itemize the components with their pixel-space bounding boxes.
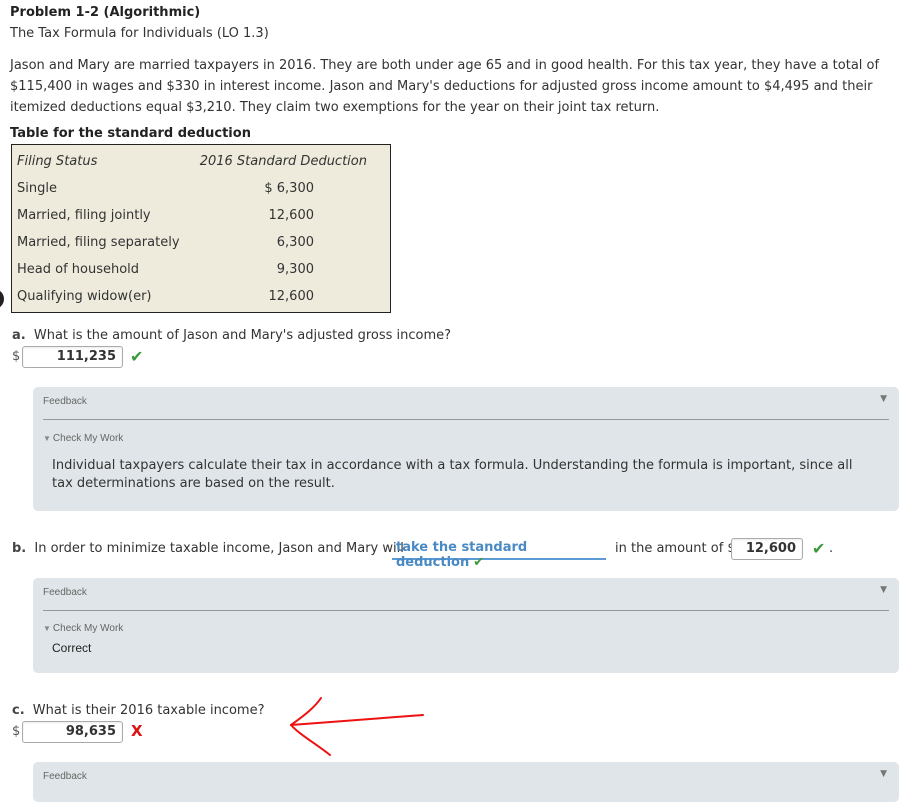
amount-prompt: in the amount of $: [615, 541, 736, 556]
question-a-label: a.: [12, 328, 26, 343]
expand-triangle-icon: ▼: [43, 624, 51, 633]
correct-check-icon: ✔: [130, 347, 144, 366]
feedback-label: Feedback: [43, 587, 87, 598]
answer-c-input[interactable]: 98,635: [22, 721, 123, 743]
check-my-work-toggle[interactable]: ▼ Check My Work: [43, 433, 123, 444]
question-b: b. In order to minimize taxable income, …: [12, 541, 404, 556]
filing-status: Married, filing jointly: [17, 208, 151, 223]
deduction-amount: 6,300: [276, 235, 314, 250]
check-my-work-toggle[interactable]: ▼ Check My Work: [43, 623, 123, 634]
red-arrow-annotation-icon: [290, 697, 424, 756]
expand-triangle-icon: ▼: [43, 434, 51, 443]
correct-check-icon: ✔: [812, 539, 826, 558]
correct-check-icon: ✔: [473, 555, 485, 570]
answer-b-input[interactable]: 12,600: [731, 538, 803, 560]
filing-status: Married, filing separately: [17, 235, 180, 250]
standard-deduction-table: Filing Status 2016 Standard Deduction Si…: [11, 144, 391, 313]
filing-status: Single: [17, 181, 57, 196]
dropdown-selected-value: take the standard deduction: [396, 540, 528, 570]
left-edge-marker: [0, 289, 4, 309]
check-my-work-label: Check My Work: [52, 433, 124, 444]
deduction-amount: 12,600: [268, 289, 315, 304]
question-b-label: b.: [12, 541, 27, 556]
deduction-choice-dropdown[interactable]: take the standard deduction ✔: [392, 540, 606, 570]
feedback-toggle-icon[interactable]: ▼: [880, 394, 887, 404]
problem-intro: Jason and Mary are married taxpayers in …: [10, 58, 880, 115]
filing-status: Qualifying widow(er): [17, 289, 152, 304]
feedback-divider: [43, 610, 889, 611]
answer-a-input[interactable]: 111,235: [22, 346, 123, 368]
feedback-toggle-icon[interactable]: ▼: [880, 585, 887, 595]
filing-status: Head of household: [17, 262, 140, 277]
feedback-panel-c: Feedback ▼: [33, 762, 899, 802]
deduction-amount: 9,300: [276, 262, 314, 277]
table-row: Qualifying widow(er) 12,600: [17, 289, 385, 309]
question-a: a. What is the amount of Jason and Mary'…: [12, 328, 451, 343]
feedback-panel-b: Feedback ▼ ▼ Check My Work Correct: [33, 578, 899, 673]
check-my-work-label: Check My Work: [52, 623, 124, 634]
feedback-panel-a: Feedback ▼ ▼ Check My Work Individual tax…: [33, 387, 899, 511]
problem-subtitle: The Tax Formula for Individuals (LO 1.3): [10, 26, 269, 41]
sentence-period: .: [829, 541, 834, 556]
table-row: Married, filing jointly 12,600: [17, 208, 385, 228]
incorrect-x-icon: X: [131, 722, 143, 740]
feedback-divider: [43, 419, 889, 420]
header-standard-deduction: 2016 Standard Deduction: [199, 154, 367, 169]
question-c: c. What is their 2016 taxable income?: [12, 703, 264, 718]
currency-symbol: $: [12, 724, 21, 739]
deduction-amount: 12,600: [268, 208, 315, 223]
question-a-text: What is the amount of Jason and Mary's a…: [33, 328, 452, 343]
table-caption: Table for the standard deduction: [10, 126, 251, 141]
problem-title: Problem 1-2 (Algorithmic): [10, 5, 201, 20]
feedback-label: Feedback: [43, 396, 87, 407]
feedback-text: Correct: [52, 641, 92, 655]
deduction-amount: $ 6,300: [264, 181, 314, 196]
table-header-row: Filing Status 2016 Standard Deduction: [17, 154, 385, 174]
feedback-text: Individual taxpayers calculate their tax…: [52, 458, 853, 491]
question-c-text: What is their 2016 taxable income?: [32, 703, 265, 718]
currency-symbol: $: [12, 349, 21, 364]
table-row: Married, filing separately 6,300: [17, 235, 385, 255]
question-c-label: c.: [12, 703, 25, 718]
question-b-text: In order to minimize taxable income, Jas…: [34, 541, 404, 556]
table-row: Head of household 9,300: [17, 262, 385, 282]
feedback-toggle-icon[interactable]: ▼: [880, 769, 887, 779]
header-filing-status: Filing Status: [17, 154, 98, 169]
table-row: Single $ 6,300: [17, 181, 385, 201]
